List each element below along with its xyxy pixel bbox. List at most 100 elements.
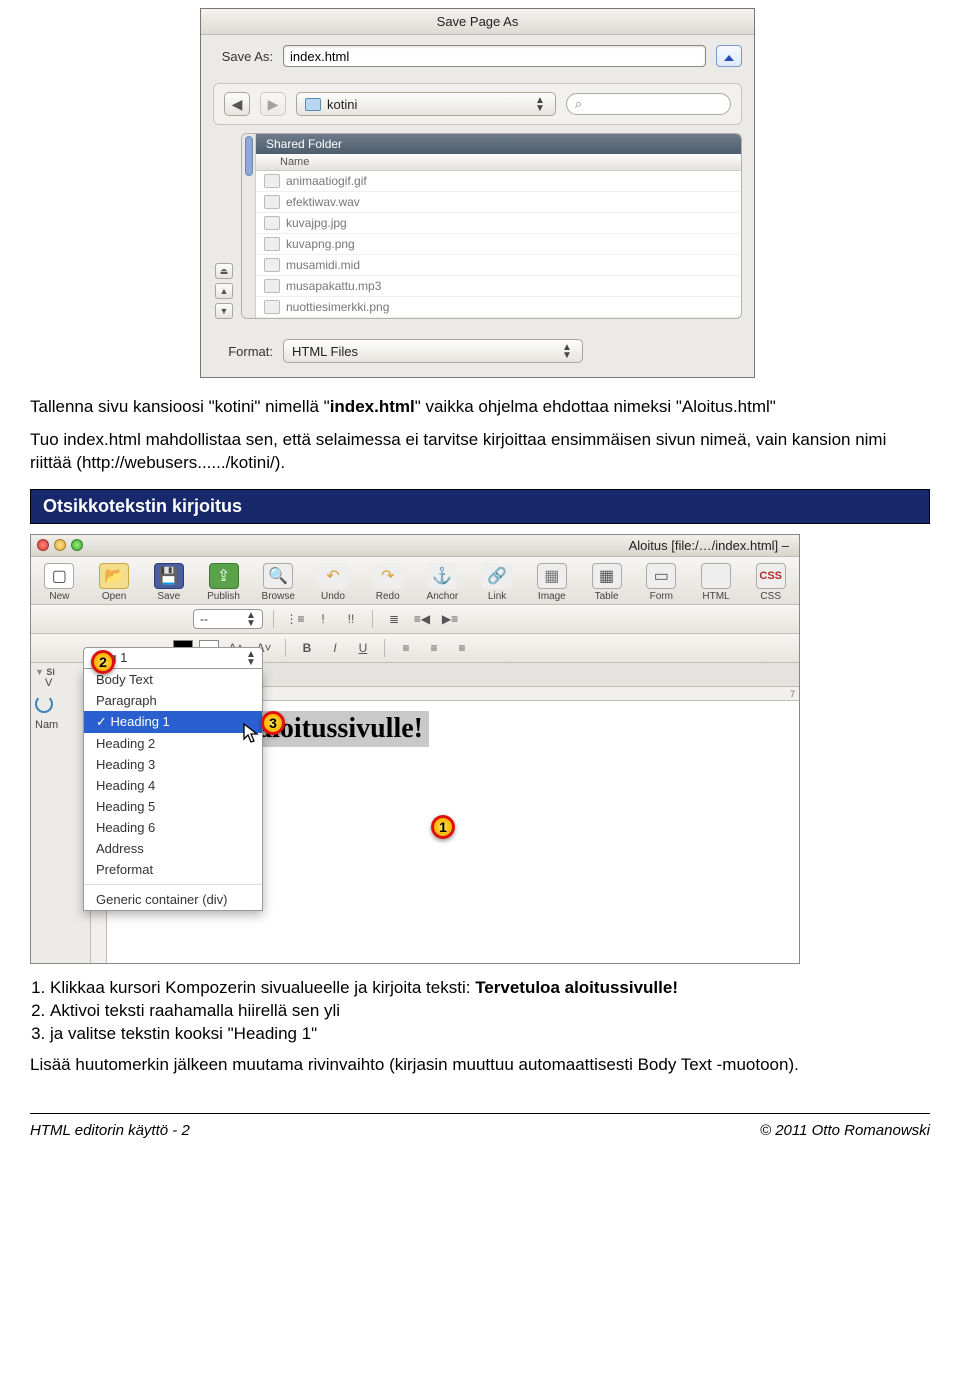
file-row[interactable]: musapakattu.mp3 [256, 276, 741, 297]
toolbar-link-button[interactable]: 🔗Link [477, 563, 518, 602]
scrollbar[interactable] [242, 134, 256, 318]
expand-button[interactable] [716, 45, 742, 67]
file-name: kuvajpg.jpg [286, 213, 347, 234]
file-name: animaatiogif.gif [286, 171, 367, 192]
file-icon [264, 258, 280, 272]
toolbar-table-button[interactable]: ▦Table [586, 563, 627, 602]
toolbar-anchor-button[interactable]: ⚓Anchor [422, 563, 463, 602]
toolbar-css-button[interactable]: CSSCSS [750, 563, 791, 602]
shared-folder-header: Shared Folder [256, 134, 741, 154]
toolbar-save-button[interactable]: 💾Save [148, 563, 189, 602]
style-option-heading-1[interactable]: ✓ Heading 1 [84, 711, 262, 733]
italic-button[interactable]: I [324, 639, 346, 657]
file-row[interactable]: efektiwav.wav [256, 192, 741, 213]
toolbar-undo-button[interactable]: ↶Undo [313, 563, 354, 602]
style-option-body-text[interactable]: Body Text [84, 669, 262, 690]
sidebar-label-si: Si [46, 667, 55, 677]
anchor-icon: ⚓ [427, 563, 457, 589]
file-icon [264, 174, 280, 188]
indent-less-icon[interactable]: ≡◀ [411, 610, 433, 628]
toolbar-html-button[interactable]: HTML [696, 563, 737, 602]
publish-icon: ⇪ [209, 563, 239, 589]
dropdown-caret-icon: ▲▼ [244, 651, 258, 667]
toolbar-browse-button[interactable]: 🔍Browse [258, 563, 299, 602]
html-icon [701, 563, 731, 589]
kompozer-window: Aloitus [file:/…/index.html] – ▢New 📂Open… [30, 534, 800, 964]
close-window-button[interactable] [37, 539, 49, 551]
file-icon [264, 279, 280, 293]
nav-fwd-button[interactable]: ▶ [260, 92, 286, 116]
folder-name: kotini [327, 97, 357, 112]
image-icon: ▦ [537, 563, 567, 589]
window-title: Aloitus [file:/…/index.html] – [83, 538, 799, 553]
page-footer: HTML editorin käyttö - 2 © 2011 Otto Rom… [30, 1113, 930, 1139]
align-left-icon[interactable]: ≡ [395, 639, 417, 657]
file-row[interactable]: musamidi.mid [256, 255, 741, 276]
nav-back-button[interactable]: ◀ [224, 92, 250, 116]
style-option-generic-container[interactable]: Generic container (div) [84, 889, 262, 910]
file-name: musapakattu.mp3 [286, 276, 381, 297]
bold-button[interactable]: B [296, 639, 318, 657]
dropdown-caret-icon: ▲▼ [244, 612, 258, 628]
format-dropdown[interactable]: HTML Files ▲▼ [283, 339, 583, 363]
mouse-cursor-icon [243, 723, 261, 745]
align-center-icon[interactable]: ≡ [423, 639, 445, 657]
undo-icon: ↶ [318, 563, 348, 589]
style-option-preformat[interactable]: Preformat [84, 859, 262, 880]
style-option-heading-6[interactable]: Heading 6 [84, 817, 262, 838]
toolbar-open-button[interactable]: 📂Open [94, 563, 135, 602]
toolbar-new-button[interactable]: ▢New [39, 563, 80, 602]
callout-marker-3: 3 [261, 711, 285, 735]
toolbar-redo-button[interactable]: ↷Redo [367, 563, 408, 602]
minimize-window-button[interactable] [54, 539, 66, 551]
toolbar-form-button[interactable]: ▭Form [641, 563, 682, 602]
indent-more-icon[interactable]: ▶≡ [439, 610, 461, 628]
search-input[interactable]: ⌕ [566, 93, 731, 115]
file-icon [264, 237, 280, 251]
form-icon: ▭ [646, 563, 676, 589]
instruction-2: Aktivoi teksti raahamalla hiirellä sen y… [50, 1001, 930, 1021]
underline-button[interactable]: U [352, 639, 374, 657]
style-option-heading-3[interactable]: Heading 3 [84, 754, 262, 775]
section-heading-otsikkotekstin: Otsikkotekstin kirjoitus [30, 489, 930, 524]
format-label: Format: [213, 344, 273, 359]
file-row[interactable]: animaatiogif.gif [256, 171, 741, 192]
file-row[interactable]: kuvapng.png [256, 234, 741, 255]
instruction-1: Klikkaa kursori Kompozerin sivualueelle … [50, 978, 930, 998]
list-number-icon[interactable]: ! [312, 610, 334, 628]
filename-input[interactable] [283, 45, 706, 67]
list-dash-icon[interactable]: ≣ [383, 610, 405, 628]
folder-dropdown[interactable]: kotini ▲▼ [296, 92, 556, 116]
list-bullet-icon[interactable]: ⋮≡ [284, 610, 306, 628]
eject-button[interactable]: ⏏ [215, 263, 233, 279]
style-option-heading-2[interactable]: Heading 2 [84, 733, 262, 754]
style-option-heading-4[interactable]: Heading 4 [84, 775, 262, 796]
instruction-list: Klikkaa kursori Kompozerin sivualueelle … [50, 978, 930, 1044]
style-option-address[interactable]: Address [84, 838, 262, 859]
save-as-dialog: Save Page As Save As: ◀ ▶ kotini ▲▼ ⌕ ⏏ … [200, 8, 755, 378]
zoom-window-button[interactable] [71, 539, 83, 551]
align-right-icon[interactable]: ≡ [451, 639, 473, 657]
file-row[interactable]: kuvajpg.jpg [256, 213, 741, 234]
style-option-paragraph[interactable]: Paragraph [84, 690, 262, 711]
instruction-3: ja valitse tekstin kooksi "Heading 1" [50, 1024, 930, 1044]
callout-marker-1: 1 [431, 815, 455, 839]
list-number2-icon[interactable]: !! [340, 610, 362, 628]
table-icon: ▦ [592, 563, 622, 589]
refresh-icon[interactable] [35, 695, 53, 713]
file-icon [264, 216, 280, 230]
format-value: HTML Files [292, 344, 358, 359]
redo-icon: ↷ [373, 563, 403, 589]
new-icon: ▢ [44, 563, 74, 589]
scroll-down-button[interactable]: ▼ [215, 303, 233, 319]
open-icon: 📂 [99, 563, 129, 589]
secondary-style-dropdown[interactable]: -- ▲▼ [193, 609, 263, 629]
scroll-up-button[interactable]: ▲ [215, 283, 233, 299]
toolbar-image-button[interactable]: ▦Image [531, 563, 572, 602]
file-icon [264, 300, 280, 314]
footer-left: HTML editorin käyttö - 2 [30, 1122, 190, 1139]
file-row[interactable]: nuottiesimerkki.png [256, 297, 741, 318]
browse-icon: 🔍 [263, 563, 293, 589]
toolbar-publish-button[interactable]: ⇪Publish [203, 563, 244, 602]
style-option-heading-5[interactable]: Heading 5 [84, 796, 262, 817]
